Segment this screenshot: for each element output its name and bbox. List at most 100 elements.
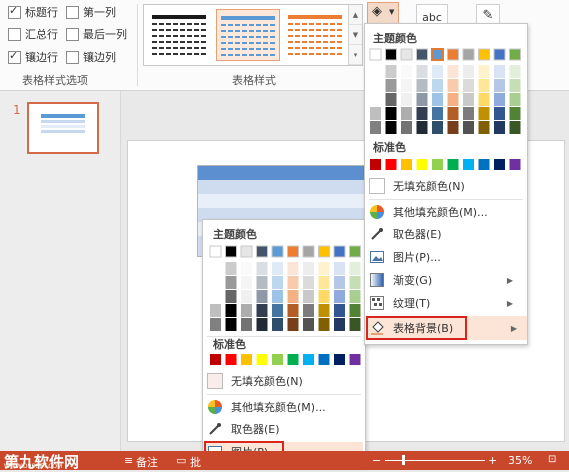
last-column-option[interactable]: 最后一列 [66,26,127,42]
theme-color-swatch[interactable] [349,245,361,258]
right-standard-color-row[interactable] [365,157,527,173]
banded-rows-option[interactable]: 镶边行 [8,49,58,65]
theme-color-tint[interactable] [401,121,412,134]
theme-color-tint[interactable] [210,290,221,303]
theme-color-tint[interactable] [494,79,505,92]
right-texture-item[interactable]: 纹理(T) ▶ [369,292,523,314]
theme-color-swatch[interactable] [256,245,268,258]
theme-color-tint[interactable] [272,262,283,275]
theme-color-tint[interactable] [349,304,361,317]
theme-color-tint[interactable] [318,304,330,317]
theme-color-swatch[interactable] [318,245,330,258]
comments-icon[interactable]: ▭ [176,454,186,467]
gallery-up-icon[interactable]: ▲ [349,5,362,25]
standard-color-swatch[interactable] [447,159,459,170]
theme-color-swatch[interactable] [416,48,428,61]
theme-color-tint[interactable] [385,121,397,134]
theme-color-tint[interactable] [334,318,345,331]
theme-color-tint[interactable] [494,65,505,78]
theme-color-tint[interactable] [463,65,474,78]
theme-color-tint[interactable] [303,290,314,303]
first-column-checkbox[interactable] [66,5,79,19]
theme-color-tint[interactable] [210,304,221,317]
theme-color-tint[interactable] [509,107,521,120]
theme-color-tint[interactable] [225,262,237,275]
standard-color-swatch[interactable] [432,159,443,170]
standard-color-swatch[interactable] [210,354,221,365]
theme-color-tint[interactable] [241,290,252,303]
theme-color-tint[interactable] [210,262,221,275]
theme-color-tint[interactable] [272,318,283,331]
theme-color-tint[interactable] [241,304,252,317]
theme-color-tint[interactable] [385,93,397,106]
right-gradient-item[interactable]: 渐变(G) ▶ [369,269,523,291]
standard-color-swatch[interactable] [303,354,314,365]
gallery-more-icon[interactable]: ▾ [349,45,362,65]
theme-color-tint[interactable] [401,107,412,120]
theme-color-tint[interactable] [370,107,381,120]
table-style-blue-selected[interactable] [216,9,280,61]
theme-color-tint[interactable] [287,276,299,289]
standard-color-swatch[interactable] [256,354,268,365]
theme-color-tint[interactable] [349,318,361,331]
theme-color-tint[interactable] [225,304,237,317]
theme-color-tint[interactable] [241,318,252,331]
theme-color-tint[interactable] [370,65,381,78]
right-picture-item[interactable]: 图片(P)... [369,246,523,268]
theme-color-tint[interactable] [287,304,299,317]
right-eyedropper-item[interactable]: 取色器(E) [369,223,523,245]
shading-button[interactable]: ◈ ▼ [367,2,399,24]
theme-color-tint[interactable] [509,65,521,78]
theme-color-tint[interactable] [509,121,521,134]
first-column-option[interactable]: 第一列 [66,4,116,20]
theme-color-tint[interactable] [256,304,268,317]
theme-color-tint[interactable] [509,79,521,92]
right-no-fill-item[interactable]: 无填充颜色(N) [369,175,523,197]
banded-columns-option[interactable]: 镶边列 [66,49,116,65]
theme-color-tint[interactable] [256,318,268,331]
standard-color-swatch[interactable] [494,159,505,170]
standard-color-swatch[interactable] [463,159,474,170]
theme-color-tint[interactable] [272,276,283,289]
total-row-option[interactable]: 汇总行 [8,26,58,42]
theme-color-tint[interactable] [478,93,490,106]
theme-color-tint[interactable] [509,93,521,106]
theme-color-tint[interactable] [303,304,314,317]
theme-color-tint[interactable] [318,262,330,275]
theme-color-tint[interactable] [272,304,283,317]
theme-color-tint[interactable] [385,107,397,120]
theme-color-swatch[interactable] [509,48,521,61]
standard-color-swatch[interactable] [478,159,490,170]
theme-color-tint[interactable] [416,65,428,78]
standard-color-swatch[interactable] [225,354,237,365]
zoom-out-icon[interactable]: − [372,454,381,467]
standard-color-swatch[interactable] [287,354,299,365]
standard-color-swatch[interactable] [370,159,381,170]
theme-color-tint[interactable] [334,262,345,275]
theme-color-tint[interactable] [241,262,252,275]
standard-color-swatch[interactable] [401,159,412,170]
theme-color-tint[interactable] [241,276,252,289]
left-more-colors-item[interactable]: 其他填充颜色(M)... [207,396,361,418]
left-eyedropper-item[interactable]: 取色器(E) [207,418,361,440]
table-style-dark[interactable] [148,9,210,59]
theme-color-tint[interactable] [401,65,412,78]
theme-color-tint[interactable] [334,304,345,317]
theme-color-tint[interactable] [349,262,361,275]
theme-color-swatch[interactable] [369,48,382,61]
banded-rows-checkbox[interactable] [8,49,21,64]
zoom-slider-thumb[interactable] [402,455,405,465]
theme-color-swatch[interactable] [385,48,397,61]
zoom-slider-track[interactable] [385,460,485,461]
theme-color-swatch[interactable] [400,48,413,61]
theme-color-tint[interactable] [210,318,221,331]
standard-color-swatch[interactable] [385,159,397,170]
theme-color-tint[interactable] [272,290,283,303]
theme-color-swatch[interactable] [493,48,506,61]
theme-color-tint[interactable] [447,121,459,134]
theme-color-swatch[interactable] [271,245,284,258]
theme-color-swatch[interactable] [333,245,346,258]
theme-color-tint[interactable] [416,107,428,120]
last-column-checkbox[interactable] [66,27,79,41]
theme-color-tint[interactable] [349,276,361,289]
